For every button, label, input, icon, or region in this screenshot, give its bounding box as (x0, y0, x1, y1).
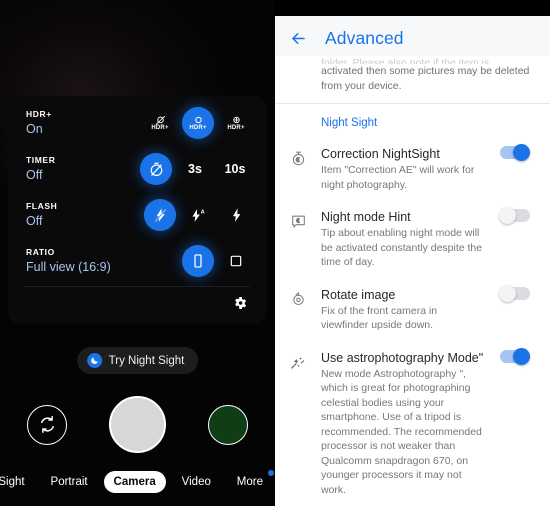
mode-tab-portrait[interactable]: Portrait (41, 471, 98, 493)
pref-control (490, 347, 540, 365)
flash-on-icon[interactable] (220, 199, 252, 231)
camera-mode-tabs: t Sight Portrait Camera Video More (0, 468, 275, 496)
pref-summary: Fix of the front camera in viewfinder up… (321, 304, 438, 332)
mode-tab-more[interactable]: More (227, 470, 274, 493)
ratio-label-group: RATIO Full view (16:9) (26, 247, 182, 275)
timer-title: TIMER (26, 155, 56, 166)
pref-rotate-image[interactable]: Rotate image Fix of the front camera in … (275, 280, 550, 343)
timer-off-icon[interactable] (140, 153, 172, 185)
flash-value: Off (26, 214, 43, 229)
mode-tab-video[interactable]: Video (172, 471, 221, 493)
pref-astrophotography[interactable]: Use astrophotography Mode" New mode Astr… (275, 343, 550, 506)
flash-auto-icon[interactable]: A (182, 199, 214, 231)
pref-title: Use astrophotography Mode" (321, 350, 484, 365)
app-screen: HDR+ On HDR+ HDR+ HDR+ TIMER Off 3s 10s … (0, 0, 550, 506)
hdr-value: On (26, 122, 43, 137)
partial-description-block: folder. Please also note if the item is … (275, 56, 550, 103)
hdr-enhanced-label: HDR+ (227, 125, 245, 131)
pref-title: Rotate image (321, 287, 396, 302)
app-bar: Advanced (275, 16, 550, 60)
moon-icon (86, 353, 102, 368)
quick-setting-row-ratio: RATIO Full view (16:9) (8, 238, 266, 284)
quick-settings-card: HDR+ On HDR+ HDR+ HDR+ TIMER Off 3s 10s … (8, 96, 266, 323)
mode-tab-camera[interactable]: Camera (103, 471, 166, 493)
rotate-image-icon (275, 287, 321, 308)
hdr-title: HDR+ (26, 109, 52, 120)
advanced-settings-pane: Advanced folder. Please also note if the… (275, 0, 550, 506)
timer-3s-option[interactable]: 3s (178, 153, 212, 185)
mode-tab-night-sight[interactable]: t Sight (0, 471, 35, 493)
toggle-night-mode-hint[interactable] (499, 207, 530, 224)
section-header-night-sight: Night Sight (321, 117, 378, 129)
settings-scroll-area[interactable]: folder. Please also note if the item is … (275, 56, 550, 502)
flash-label-group: FLASH Off (26, 201, 144, 229)
quick-setting-row-timer: TIMER Off 3s 10s (8, 146, 266, 192)
camera-viewfinder-pane: HDR+ On HDR+ HDR+ HDR+ TIMER Off 3s 10s … (0, 0, 275, 506)
hdr-off-icon[interactable]: HDR+ (144, 107, 176, 139)
pref-control (490, 144, 540, 161)
flash-title: FLASH (26, 201, 58, 212)
hdr-on-icon[interactable]: HDR+ (182, 107, 214, 139)
toggle-knob (513, 144, 530, 161)
flash-off-icon[interactable] (144, 199, 176, 231)
pref-title: Night mode Hint (321, 210, 411, 224)
pref-body: Use astrophotography Mode" New mode Astr… (321, 350, 490, 498)
toggle-knob (499, 284, 516, 302)
gallery-thumbnail[interactable] (208, 404, 248, 445)
timer-10s-label: 10s (224, 162, 246, 176)
gear-icon[interactable] (232, 295, 248, 316)
pref-summary: New mode Astrophotography ", which is gr… (321, 367, 482, 496)
hdr-on-label: HDR+ (189, 125, 207, 131)
pref-summary: Tip about enabling night mode will be ac… (321, 227, 483, 268)
night-mode-hint-icon (275, 209, 321, 230)
pref-body: Night mode Hint Tip about enabling night… (321, 209, 490, 270)
timer-options: 3s 10s (140, 153, 252, 185)
status-bar (275, 0, 550, 16)
pref-body: Rotate image Fix of the front camera in … (321, 287, 490, 333)
toggle-knob (513, 347, 530, 365)
partial-description-text: activated then some pictures may be dele… (321, 65, 530, 92)
quick-setting-row-flash: FLASH Off A (8, 192, 266, 238)
hdr-options: HDR+ HDR+ HDR+ (144, 107, 252, 139)
toggle-astrophotography[interactable] (500, 347, 530, 365)
hdr-off-label: HDR+ (151, 125, 169, 131)
try-night-sight-label: Try Night Sight (108, 354, 185, 367)
mode-tab-more-badge-dot (268, 470, 274, 476)
try-night-sight-pill[interactable]: Try Night Sight (76, 347, 199, 374)
timer-3s-label: 3s (188, 162, 202, 176)
ratio-title: RATIO (26, 247, 55, 258)
flash-options: A (144, 199, 252, 231)
svg-text:A: A (200, 209, 204, 215)
pref-summary: Item "Correction AE" will work for night… (321, 164, 475, 191)
hdr-enhanced-icon[interactable]: HDR+ (220, 107, 252, 139)
back-arrow-icon[interactable] (287, 27, 309, 49)
toggle-correction-nightsight[interactable] (500, 144, 530, 161)
camera-controls-row (0, 396, 275, 453)
flip-camera-icon[interactable] (27, 404, 67, 445)
ratio-value: Full view (16:9) (26, 260, 111, 275)
timer-value: Off (26, 168, 43, 183)
ratio-options (182, 245, 252, 277)
partial-description-clipped-line: folder. Please also note if the item is (321, 57, 490, 64)
night-timer-icon (275, 146, 321, 167)
pref-control (490, 207, 540, 224)
quick-setting-row-hdr: HDR+ On HDR+ HDR+ HDR+ (8, 100, 266, 146)
shutter-button[interactable] (109, 396, 166, 453)
pref-correction-nightsight[interactable]: Correction NightSight Item "Correction A… (275, 139, 550, 202)
astrophotography-icon (275, 350, 321, 372)
hdr-label-group: HDR+ On (26, 109, 144, 137)
quick-settings-footer (8, 287, 266, 323)
pref-night-mode-hint[interactable]: Night mode Hint Tip about enabling night… (275, 202, 550, 280)
ratio-full-view-icon[interactable] (182, 245, 214, 277)
page-title: Advanced (325, 27, 404, 48)
ratio-four-three-icon[interactable] (220, 245, 252, 277)
pref-title: Correction NightSight (321, 147, 440, 161)
timer-10s-option[interactable]: 10s (218, 153, 252, 185)
toggle-knob (499, 207, 516, 224)
mode-tab-more-label: More (236, 476, 263, 488)
pref-control (490, 284, 540, 302)
timer-label-group: TIMER Off (26, 155, 140, 183)
toggle-rotate-image[interactable] (499, 284, 530, 302)
pref-body: Correction NightSight Item "Correction A… (321, 146, 490, 192)
